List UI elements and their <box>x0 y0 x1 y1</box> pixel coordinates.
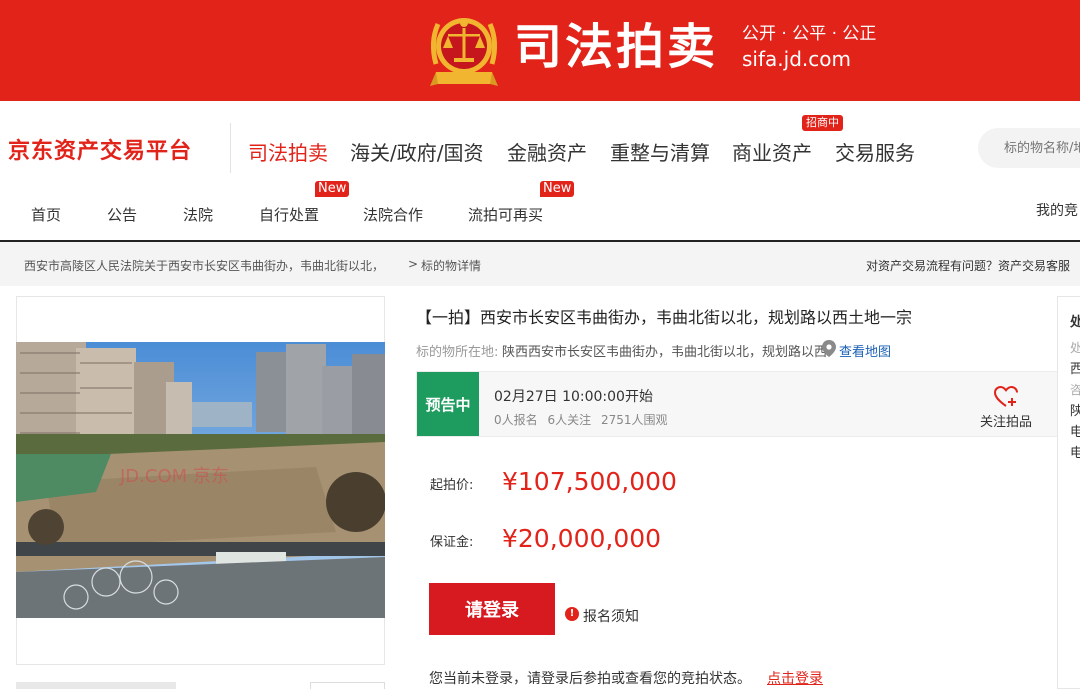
search-input[interactable] <box>978 128 1080 168</box>
login-hint-text: 您当前未登录，请登录后参拍或查看您的竞拍状态。 <box>429 671 751 687</box>
nav-divider <box>230 123 231 173</box>
registration-notice-link[interactable]: 报名须知 <box>583 606 639 626</box>
banner-url: sifa.jd.com <box>742 47 851 71</box>
start-price-label: 起拍价: <box>430 478 474 493</box>
nav-restructuring[interactable]: 重整与清算 <box>610 137 710 166</box>
subnav-announcements[interactable]: 公告 <box>107 204 137 225</box>
signup-count: 0人报名 <box>494 413 538 427</box>
deposit-value: ¥20,000,000 <box>502 524 662 553</box>
follow-label: 关注拍品 <box>979 415 1032 430</box>
side-panel-text: 陕 <box>1070 404 1080 419</box>
nav-trade-services[interactable]: 交易服务 <box>835 137 915 166</box>
status-badge: 预告中 <box>417 372 479 436</box>
new-badge: New <box>540 181 575 197</box>
nav-judicial-auction[interactable]: 司法拍卖 <box>248 137 328 166</box>
subnav-rebuy[interactable]: 流拍可再买 <box>468 204 543 225</box>
side-panel-text: 咨 <box>1070 383 1080 397</box>
auction-start-time: 02月27日 10:00:00开始 <box>494 389 653 405</box>
breadcrumb-court-link[interactable]: 西安市高陵区人民法院关于西安市长安区韦曲街办，韦曲北街以北， <box>24 257 384 274</box>
warning-icon: ! <box>565 607 579 621</box>
side-panel-text: 电 <box>1070 446 1080 461</box>
side-panel-text: 电 <box>1070 425 1080 440</box>
login-button[interactable]: 请登录 <box>429 583 555 635</box>
deposit-label: 保证金: <box>430 535 474 550</box>
breadcrumb-current: 标的物详情 <box>421 259 482 273</box>
side-panel-text: 西 <box>1070 362 1080 377</box>
nav-financial-assets[interactable]: 金融资产 <box>507 137 587 166</box>
subnav-self-disposal[interactable]: 自行处置 <box>259 204 319 225</box>
breadcrumb-separator: > <box>408 257 419 271</box>
land-photo-image: JD.COM 京东 <box>16 342 385 618</box>
item-photo[interactable]: JD.COM 京东 <box>16 342 385 618</box>
map-pin-icon <box>822 340 836 357</box>
heart-plus-icon <box>993 385 1018 407</box>
click-login-link[interactable]: 点击登录 <box>767 668 823 688</box>
subnav-courts[interactable]: 法院 <box>183 204 213 225</box>
new-badge: New <box>315 181 350 197</box>
view-map-link[interactable]: 查看地图 <box>839 341 891 360</box>
follower-count: 6人关注 <box>547 413 592 427</box>
follow-item-button[interactable]: 关注拍品 <box>976 385 1036 430</box>
thumbnail-tab[interactable] <box>310 682 385 689</box>
location-value: 陕西西安市长安区韦曲街办，韦曲北街以北，规划路以西 <box>502 345 828 360</box>
side-panel-text: 处 <box>1070 341 1080 355</box>
auction-stats: 0人报名 6人关注 2751人围观 <box>494 411 673 428</box>
platform-logo[interactable]: 京东资产交易平台 <box>8 133 192 165</box>
recruit-badge: 招商中 <box>802 115 843 131</box>
start-price-value: ¥107,500,000 <box>502 467 677 496</box>
banner-title: 司法拍卖 <box>514 19 719 75</box>
thumbnail-tab[interactable] <box>16 682 176 689</box>
platform-nav-bar: 京东资产交易平台 司法拍卖 海关/政府/国资 金融资产 重整与清算 商业资产 交… <box>0 101 1080 191</box>
nav-customs-government[interactable]: 海关/政府/国资 <box>350 137 483 166</box>
nav-commercial-assets[interactable]: 商业资产 <box>732 137 812 166</box>
help-link[interactable]: 对资产交易流程有问题？资产交易客服 <box>866 257 1070 274</box>
item-title: 【一拍】西安市长安区韦曲街办，韦曲北街以北，规划路以西土地一宗 <box>416 308 913 327</box>
location-label: 标的物所在地: <box>416 345 499 360</box>
top-banner: 司法拍卖 公开 · 公平 · 公正 sifa.jd.com <box>0 0 1080 101</box>
banner-slogan: 公开 · 公平 · 公正 <box>742 24 877 44</box>
subnav-home[interactable]: 首页 <box>31 204 61 225</box>
viewer-count: 2751人围观 <box>600 413 668 427</box>
side-panel-title: 处 <box>1070 315 1080 330</box>
my-bid-link[interactable]: 我的竞 <box>1036 200 1078 220</box>
subnav-court-cooperation[interactable]: 法院合作 <box>363 204 423 225</box>
court-emblem-icon <box>430 18 498 86</box>
svg-text:JD.COM 京东: JD.COM 京东 <box>119 466 229 487</box>
